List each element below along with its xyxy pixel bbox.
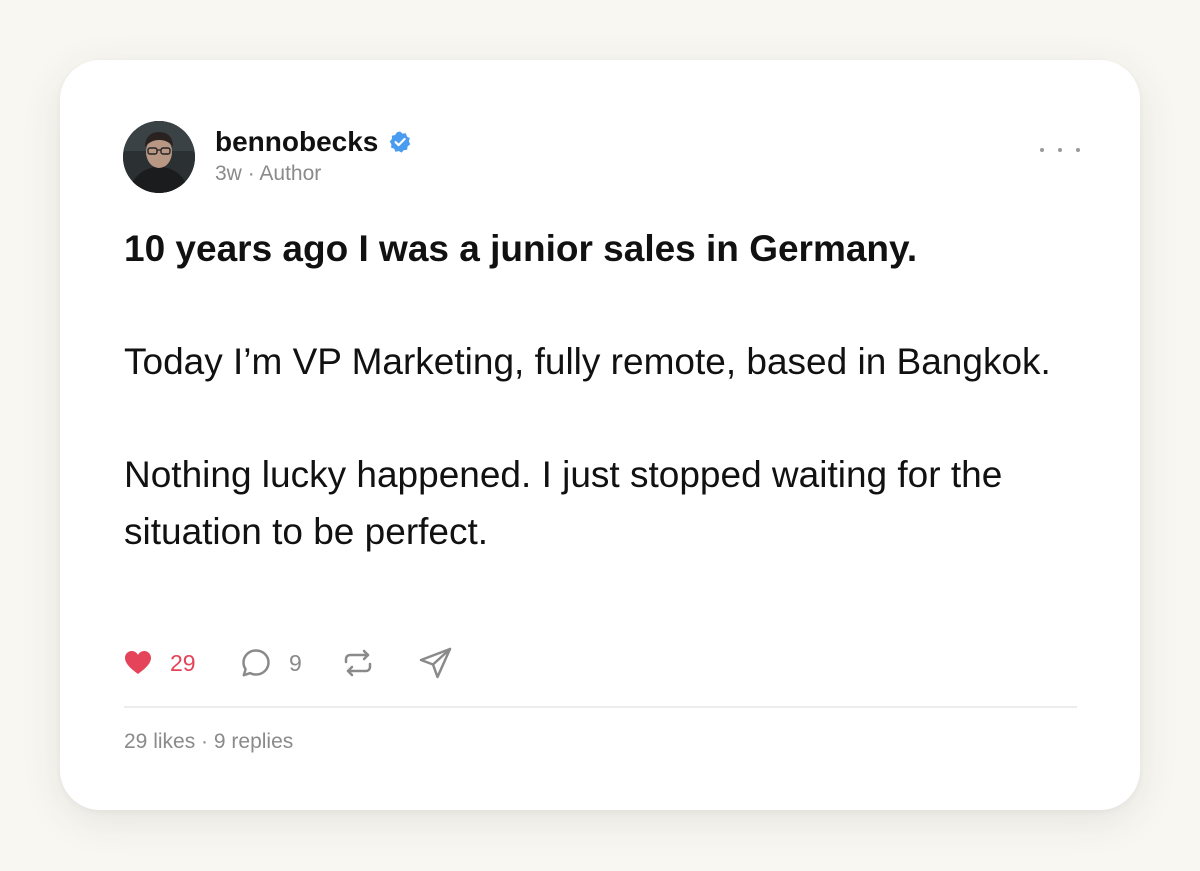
likes-link[interactable]: 29 likes (124, 730, 195, 753)
like-count: 29 (170, 650, 196, 676)
post-content: 10 years ago I was a junior sales in Ger… (124, 220, 1084, 560)
repost-icon (344, 649, 372, 677)
like-button[interactable]: 29 (123, 645, 196, 681)
more-horizontal-icon[interactable] (1040, 138, 1080, 162)
post-meta: 3w · Author (215, 161, 321, 187)
meta-separator: · (247, 162, 255, 185)
reply-button[interactable]: 9 (240, 645, 302, 681)
post-timestamp[interactable]: 3w (215, 162, 242, 185)
heart-icon (125, 651, 151, 674)
post-paragraph: Nothing lucky happened. I just stopped w… (124, 454, 1003, 552)
footer-separator: · (201, 730, 209, 753)
comment-icon (242, 649, 270, 677)
author-row: bennobecks (215, 124, 412, 160)
replies-link[interactable]: 9 replies (214, 730, 293, 753)
reply-count: 9 (289, 650, 302, 676)
avatar-photo (123, 121, 195, 193)
share-button[interactable] (418, 645, 454, 681)
repost-button[interactable] (341, 645, 375, 681)
post-headline: 10 years ago I was a junior sales in Ger… (124, 228, 918, 269)
verified-badge-icon (388, 130, 412, 154)
send-icon (419, 647, 452, 679)
post-card: bennobecks 3w · Author 10 years ago I wa… (60, 60, 1140, 810)
divider (124, 706, 1077, 708)
engagement-summary: 29 likes · 9 replies (124, 728, 293, 756)
author-username[interactable]: bennobecks (215, 124, 378, 160)
author-avatar[interactable] (123, 121, 195, 193)
author-role: Author (259, 162, 322, 185)
post-paragraph: Today I’m VP Marketing, fully remote, ba… (124, 341, 1051, 382)
